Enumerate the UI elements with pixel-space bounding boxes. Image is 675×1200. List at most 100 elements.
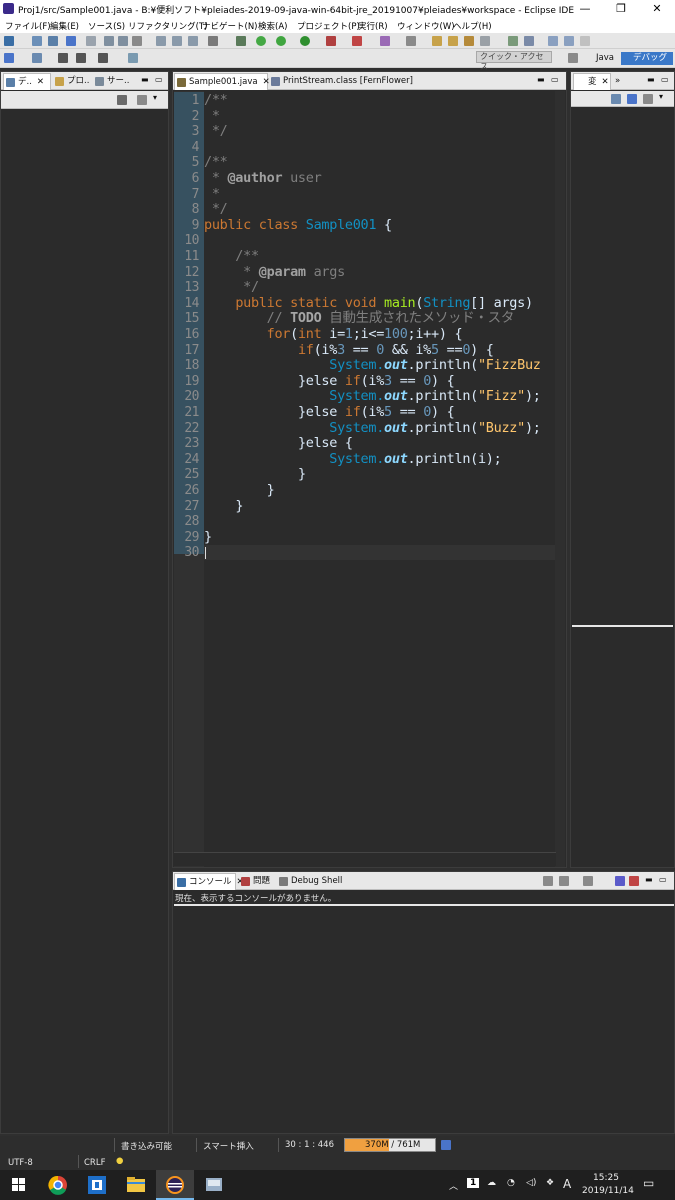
maximize-view-button[interactable]: ▭ [155,75,163,84]
perspective-java[interactable]: Java [584,52,616,65]
display-console-icon[interactable] [559,876,569,886]
back-icon[interactable] [580,36,590,46]
code-line-13[interactable]: */ [204,279,259,296]
pencil-icon[interactable] [464,36,474,46]
close-button[interactable]: ✕ [639,0,675,18]
cloud-icon[interactable]: ☁ [487,1178,496,1188]
tab-printstream-class[interactable]: PrintStream.class [FernFlower] [269,73,413,90]
code-line-12[interactable]: * @param args [204,264,345,281]
status-encoding[interactable]: UTF-8 [8,1158,33,1168]
search-icon[interactable] [448,36,458,46]
open-console-icon[interactable] [583,876,593,886]
quick-access-input[interactable]: クイック・アクセス [476,51,552,71]
skip-breakpoints-icon[interactable] [86,36,96,46]
code-line-21[interactable]: }else if(i%5 == 0) { [204,404,455,421]
perspective-debug[interactable]: デバッグ [621,52,673,65]
taskbar-explorer[interactable] [117,1170,155,1200]
taskbar-tool[interactable] [195,1170,233,1200]
external-tools-icon[interactable] [326,36,336,46]
show-type-names-icon[interactable] [611,94,621,104]
code-line-2[interactable]: * [204,108,220,125]
clock-date[interactable]: 2019/11/14 [582,1186,634,1196]
taskbar-chrome[interactable] [39,1170,77,1200]
lightbulb-icon[interactable]: ● [116,1156,123,1166]
menu-run[interactable]: 実行(R) [358,20,388,32]
code-line-22[interactable]: System.out.println("Buzz"); [204,420,541,437]
heap-status[interactable]: 370M / 761M [344,1138,436,1152]
code-line-5[interactable]: /** [204,155,228,171]
next-annotation-icon[interactable] [32,53,42,63]
status-line-ending[interactable]: CRLF [84,1158,105,1168]
code-line-27[interactable]: } [204,498,243,515]
minimize-view-button[interactable]: ▬ [141,75,149,84]
save-all-icon[interactable] [48,36,58,46]
code-line-17[interactable]: if(i%3 == 0 && i%5 ==0) { [204,342,494,359]
code-line-16[interactable]: for(int i=1;i<=100;i++) { [204,326,463,343]
suspend-icon[interactable] [118,36,128,46]
menu-navigate[interactable]: ナビゲート(N) [202,20,258,32]
terminate-icon[interactable] [132,36,142,46]
minimize-view-button[interactable]: ▬ [645,875,653,884]
menu-project[interactable]: プロジェクト(P) [297,20,360,32]
code-line-14[interactable]: public static void main(String[] args) [204,295,533,312]
tab-variables[interactable]: 変 ✕ [573,73,611,90]
code-line-15[interactable]: // TODO 自動生成されたメソッド・スタ [204,311,515,327]
menu-refactor[interactable]: リファクタリング(T) [128,20,208,32]
collapse-all-icon[interactable] [117,95,127,105]
minimize-button[interactable]: — [567,0,603,18]
back-arrow-icon[interactable] [58,53,68,63]
close-icon[interactable]: ✕ [602,77,609,87]
close-icon[interactable]: ✕ [37,77,44,87]
notification-count-badge[interactable]: 1 [467,1178,480,1188]
code-line-20[interactable]: System.out.println("Fizz"); [204,389,541,405]
garbage-collect-icon[interactable] [441,1140,451,1150]
menu-file[interactable]: ファイル(F) [5,20,51,32]
code-line-26[interactable]: } [204,482,275,499]
ime-indicator[interactable]: A [563,1177,571,1191]
code-line-7[interactable]: * [204,186,220,203]
drop-to-frame-icon[interactable] [208,36,218,46]
view-menu-icon[interactable] [643,94,653,104]
open-perspective-icon[interactable] [568,53,578,63]
last-edit-icon[interactable] [4,53,14,63]
clock-time[interactable]: 15:25 [593,1173,619,1183]
tab-servers[interactable]: サー.. [93,73,129,90]
remove-console-icon[interactable] [629,876,639,886]
tab-overflow[interactable]: » [611,73,620,90]
debug-icon[interactable] [256,36,266,46]
new-console-icon[interactable] [615,876,625,886]
step-return-icon[interactable] [188,36,198,46]
coverage-icon[interactable] [300,36,310,46]
open-folder-icon[interactable] [432,36,442,46]
code-line-11[interactable]: /** [204,248,259,265]
tab-problems[interactable]: 問題 [239,873,270,890]
wifi-icon[interactable]: ◔ [507,1178,515,1188]
code-line-19[interactable]: }else if(i%3 == 0) { [204,373,455,390]
save-icon[interactable] [32,36,42,46]
tab-debug-shell[interactable]: Debug Shell [277,873,342,890]
maximize-view-button[interactable]: ▭ [661,75,669,84]
collapse-icon[interactable] [627,94,637,104]
tray-expand-icon[interactable]: ︿ [449,1179,458,1192]
chevron-down-icon[interactable]: ▾ [659,92,663,101]
new-java-project-icon[interactable] [352,36,362,46]
dropbox-icon[interactable]: ❖ [546,1178,554,1188]
taskbar-eclipse[interactable] [156,1170,194,1200]
pin-editor-icon[interactable] [128,53,138,63]
editor-scrollbar[interactable] [174,852,556,866]
menu-source[interactable]: ソース(S) [88,20,125,32]
volume-icon[interactable]: ◁) [526,1178,536,1188]
maximize-view-button[interactable]: ▭ [659,875,667,884]
chevron-down-icon[interactable]: ▾ [153,93,157,102]
code-line-9[interactable]: public class Sample001 { [204,217,392,234]
tab-console[interactable]: コンソール✕ [174,873,244,890]
show-whitespace-icon[interactable] [548,36,558,46]
menu-search[interactable]: 検索(A) [258,20,287,32]
code-line-8[interactable]: */ [204,201,228,218]
code-line-18[interactable]: System.out.println("FizzBuz [204,357,541,374]
pin-icon[interactable] [524,36,534,46]
taskbar-app[interactable] [78,1170,116,1200]
gear-icon[interactable] [236,36,246,46]
code-line-25[interactable]: } [204,467,306,483]
minimize-editor-button[interactable]: ▬ [537,75,545,84]
